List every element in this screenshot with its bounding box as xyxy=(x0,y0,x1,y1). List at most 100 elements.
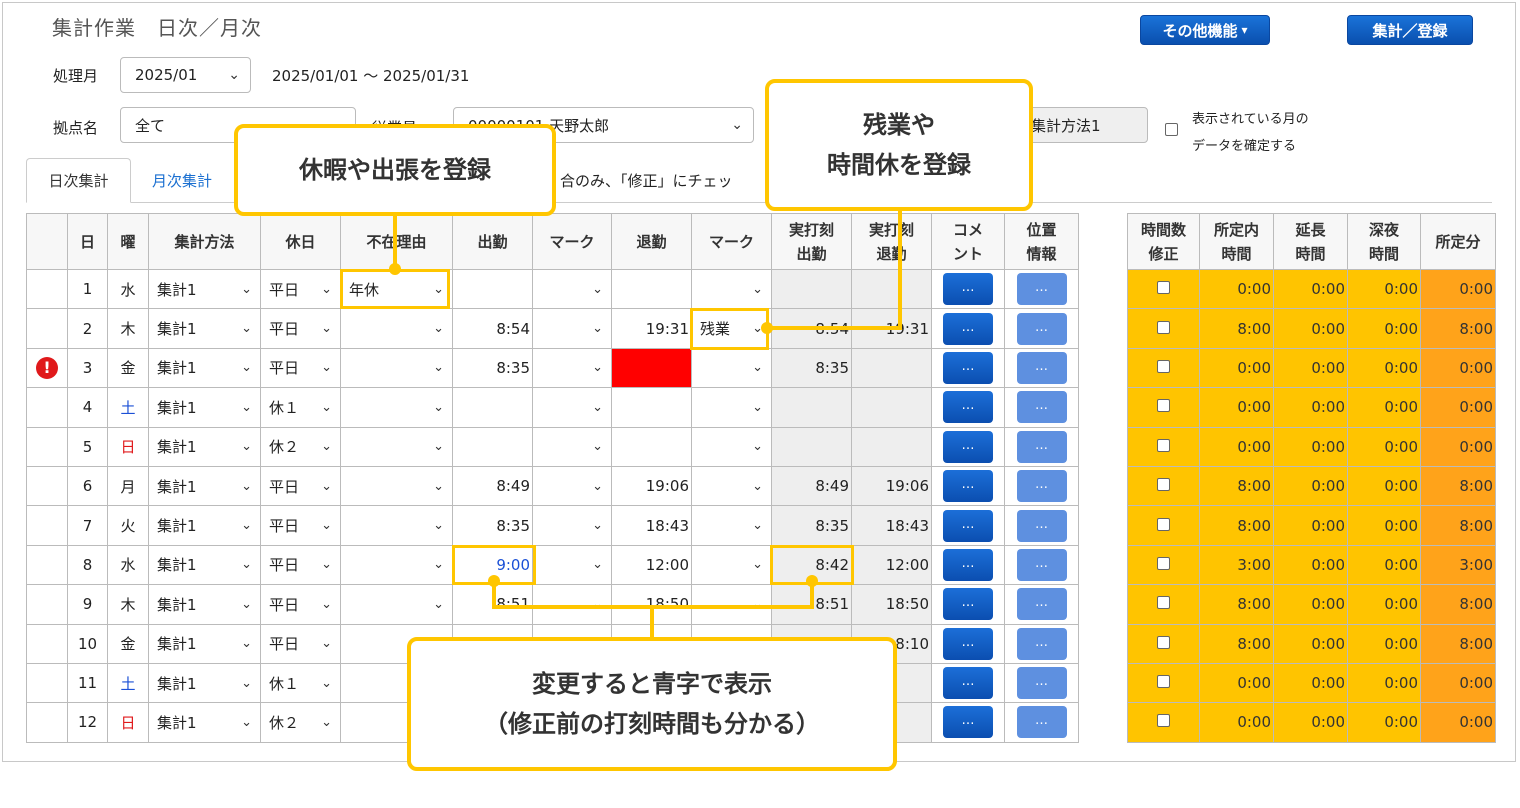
absence-select[interactable]: ⌄ xyxy=(341,506,452,544)
hours-fix-checkbox[interactable] xyxy=(1157,675,1170,689)
absence-select[interactable]: ⌄ xyxy=(341,349,452,387)
holiday-select[interactable]: 休２ ⌄ xyxy=(261,703,340,741)
comment-button[interactable]: … xyxy=(943,667,993,700)
method-select[interactable]: 集計1 ⌄ xyxy=(149,388,260,426)
method-select[interactable]: 集計1 ⌄ xyxy=(149,467,260,505)
method-select[interactable]: 集計1 ⌄ xyxy=(149,428,260,466)
holiday-select[interactable]: 平日 ⌄ xyxy=(261,467,340,505)
mark2-select[interactable]: ⌄ xyxy=(692,467,771,505)
mark1-select[interactable]: ⌄ xyxy=(533,349,611,387)
mark2-select[interactable]: ⌄ xyxy=(692,506,771,544)
hours-fix-checkbox[interactable] xyxy=(1157,517,1170,531)
out-cell-error[interactable] xyxy=(611,347,692,389)
absence-select[interactable]: ⌄ xyxy=(341,428,452,466)
location-button[interactable]: … xyxy=(1016,706,1067,739)
location-button[interactable]: … xyxy=(1016,430,1067,463)
location-button[interactable]: … xyxy=(1016,548,1067,581)
method-select[interactable]: 集計1 ⌄ xyxy=(149,585,260,623)
out-cell[interactable]: 12:00 xyxy=(611,544,692,586)
mark1-select[interactable]: ⌄ xyxy=(533,546,611,584)
mark1-select[interactable]: ⌄ xyxy=(533,309,611,347)
mark2-select[interactable]: ⌄ xyxy=(692,428,771,466)
in-cell[interactable] xyxy=(452,426,533,467)
hours-fix-checkbox[interactable] xyxy=(1157,281,1170,295)
hours-fix-checkbox[interactable] xyxy=(1157,635,1170,649)
comment-button[interactable]: … xyxy=(943,430,993,463)
comment-button[interactable]: … xyxy=(943,470,993,503)
mark2-select[interactable]: ⌄ xyxy=(692,388,771,426)
tab-monthly[interactable]: 月次集計 xyxy=(136,158,228,203)
holiday-select[interactable]: 平日 ⌄ xyxy=(261,349,340,387)
period-select[interactable]: 2025/01 ⌄ xyxy=(120,57,251,93)
mark2-select[interactable]: ⌄ xyxy=(692,546,771,584)
holiday-select[interactable]: 平日 ⌄ xyxy=(261,625,340,663)
location-button[interactable]: … xyxy=(1016,470,1067,503)
holiday-select[interactable]: 平日 ⌄ xyxy=(261,309,340,347)
comment-button[interactable]: … xyxy=(943,351,993,384)
confirm-month-checkbox[interactable] xyxy=(1165,123,1178,136)
in-cell[interactable] xyxy=(452,387,533,428)
absence-select[interactable]: ⌄ xyxy=(341,585,452,623)
holiday-select[interactable]: 平日 ⌄ xyxy=(261,546,340,584)
in-cell[interactable]: 8:49 xyxy=(452,465,533,507)
out-cell[interactable] xyxy=(611,268,692,310)
mark1-select[interactable]: ⌄ xyxy=(533,270,611,308)
holiday-select[interactable]: 平日 ⌄ xyxy=(261,506,340,544)
location-button[interactable]: … xyxy=(1016,627,1067,660)
comment-button[interactable]: … xyxy=(943,627,993,660)
in-cell[interactable]: 8:54 xyxy=(452,308,533,349)
other-functions-button[interactable]: その他機能 ▾ xyxy=(1140,15,1270,45)
hours-fix-checkbox[interactable] xyxy=(1157,438,1170,452)
hours-fix-checkbox[interactable] xyxy=(1157,478,1170,492)
out-cell[interactable] xyxy=(611,387,692,428)
location-button[interactable]: … xyxy=(1016,509,1067,542)
comment-button[interactable]: … xyxy=(943,391,993,424)
mark1-select[interactable]: ⌄ xyxy=(533,428,611,466)
holiday-select[interactable]: 平日 ⌄ xyxy=(261,585,340,623)
absence-select[interactable]: ⌄ xyxy=(341,467,452,505)
absence-select[interactable]: ⌄ xyxy=(341,309,452,347)
method-select[interactable]: 集計1 ⌄ xyxy=(149,349,260,387)
comment-button[interactable]: … xyxy=(943,509,993,542)
location-button[interactable]: … xyxy=(1016,273,1067,306)
out-cell[interactable]: 19:31 xyxy=(611,308,692,349)
holiday-select[interactable]: 平日 ⌄ xyxy=(261,270,340,308)
method-select[interactable]: 集計1 ⌄ xyxy=(149,309,260,347)
comment-button[interactable]: … xyxy=(943,706,993,739)
in-cell[interactable]: 8:35 xyxy=(452,347,533,389)
method-select[interactable]: 集計1 ⌄ xyxy=(149,506,260,544)
holiday-select[interactable]: 休２ ⌄ xyxy=(261,428,340,466)
mark2-select[interactable]: ⌄ xyxy=(692,270,771,308)
mark1-select[interactable]: ⌄ xyxy=(533,467,611,505)
location-button[interactable]: … xyxy=(1016,312,1067,345)
comment-button[interactable]: … xyxy=(943,548,993,581)
hours-fix-checkbox[interactable] xyxy=(1157,596,1170,610)
location-button[interactable]: … xyxy=(1016,351,1067,384)
method-select[interactable]: 集計1 ⌄ xyxy=(149,703,260,741)
comment-button[interactable]: … xyxy=(943,273,993,306)
location-button[interactable]: … xyxy=(1016,588,1067,621)
location-button[interactable]: … xyxy=(1016,667,1067,700)
method-select[interactable]: 集計1 ⌄ xyxy=(149,270,260,308)
hours-fix-checkbox[interactable] xyxy=(1157,399,1170,413)
method-select[interactable]: 集計1 ⌄ xyxy=(149,625,260,663)
out-cell[interactable]: 18:43 xyxy=(611,505,692,546)
comment-button[interactable]: … xyxy=(943,588,993,621)
holiday-select[interactable]: 休１ ⌄ xyxy=(261,388,340,426)
hours-fix-checkbox[interactable] xyxy=(1157,359,1170,373)
hours-fix-checkbox[interactable] xyxy=(1157,556,1170,570)
method-select[interactable]: 集計1 ⌄ xyxy=(149,664,260,702)
method-select[interactable]: 集計1 ⌄ xyxy=(149,546,260,584)
holiday-select[interactable]: 休１ ⌄ xyxy=(261,664,340,702)
mark2-select[interactable]: ⌄ xyxy=(692,349,771,387)
absence-select[interactable]: ⌄ xyxy=(341,388,452,426)
mark1-select[interactable]: ⌄ xyxy=(533,506,611,544)
mark1-select[interactable]: ⌄ xyxy=(533,388,611,426)
absence-select[interactable]: ⌄ xyxy=(341,546,452,584)
out-cell[interactable]: 19:06 xyxy=(611,465,692,507)
in-cell[interactable]: 8:35 xyxy=(452,505,533,546)
hours-fix-checkbox[interactable] xyxy=(1157,714,1170,728)
in-cell[interactable] xyxy=(452,268,533,310)
comment-button[interactable]: … xyxy=(943,312,993,345)
out-cell[interactable] xyxy=(611,426,692,467)
